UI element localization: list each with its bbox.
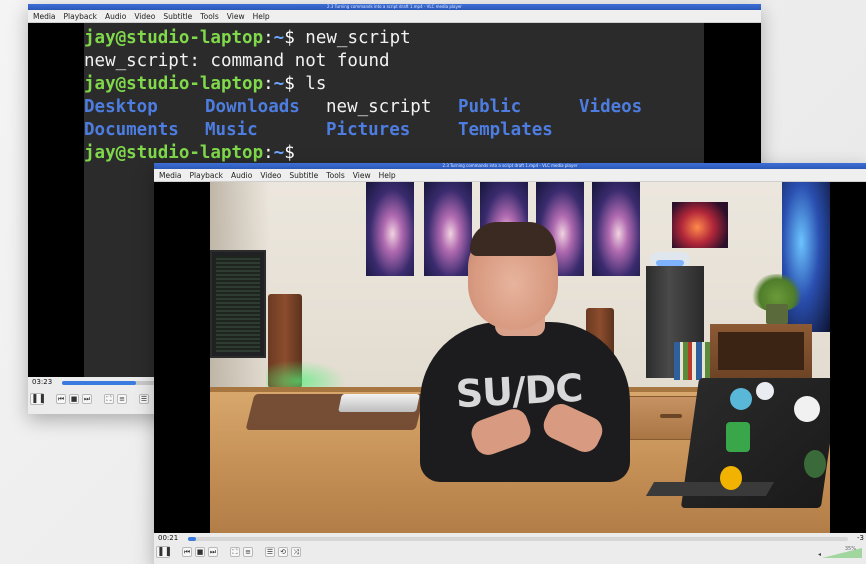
- ls-output-row: Documents Music Pictures Templates: [84, 119, 704, 142]
- extended-settings-icon[interactable]: ≡: [117, 394, 127, 404]
- menu-playback[interactable]: Playback: [190, 171, 223, 180]
- video-area[interactable]: SU/DC: [154, 182, 866, 533]
- menu-help[interactable]: Help: [379, 171, 396, 180]
- prompt-path: ~: [273, 28, 285, 48]
- fullscreen-icon[interactable]: ⛶: [230, 547, 240, 557]
- seek-bar-fill: [188, 537, 196, 541]
- pause-icon[interactable]: ❚❚: [30, 393, 46, 405]
- stop-icon[interactable]: ■: [195, 547, 205, 557]
- stop-icon[interactable]: ■: [69, 394, 79, 404]
- prompt-user-host: jay@studio-laptop: [84, 28, 264, 48]
- seek-bar[interactable]: [188, 537, 848, 541]
- laptop-sticker: [804, 450, 826, 478]
- galaxy-poster: [592, 182, 640, 276]
- prompt-path: ~: [273, 74, 285, 94]
- monitor: [210, 250, 266, 358]
- menu-playback[interactable]: Playback: [64, 12, 97, 21]
- menu-view[interactable]: View: [227, 12, 245, 21]
- prompt-separator: :: [263, 28, 274, 48]
- nebula-poster: [672, 202, 728, 248]
- galaxy-poster: [424, 182, 472, 276]
- terminal-line: jay@studio-laptop:~$ new_script: [84, 27, 704, 50]
- terminal-error-line: new_script: command not found: [84, 51, 390, 71]
- skip-forward-icon[interactable]: ⏭: [82, 394, 92, 404]
- ls-entry: Music: [205, 120, 258, 140]
- prompt-separator: :: [263, 74, 274, 94]
- keyboard: [338, 394, 420, 412]
- seek-bar[interactable]: [62, 381, 157, 385]
- elapsed-time: 03:23: [32, 378, 53, 386]
- menu-audio[interactable]: Audio: [105, 12, 126, 21]
- menu-tools[interactable]: Tools: [326, 171, 344, 180]
- ls-entry: Pictures: [326, 120, 411, 140]
- shuffle-icon[interactable]: ⤨: [291, 547, 301, 557]
- command-text: ls: [294, 74, 327, 94]
- menu-bar: Media Playback Audio Video Subtitle Tool…: [154, 169, 866, 182]
- video-frame: SU/DC: [210, 182, 830, 533]
- skip-back-icon[interactable]: ⏮: [182, 547, 192, 557]
- volume-slider[interactable]: ◂ 35%: [818, 546, 862, 558]
- menu-video[interactable]: Video: [134, 12, 155, 21]
- vlc-window-front[interactable]: 2.3 Turning commands into a script draft…: [154, 163, 866, 564]
- playlist-icon[interactable]: ☰: [265, 547, 275, 557]
- controls-bar: 00:21 -3 ❚❚ ⏮ ■ ⏭ ⛶ ≡ ☰ ⟲ ⤨ ◂ 35%: [154, 533, 866, 564]
- menu-bar: Media Playback Audio Video Subtitle Tool…: [28, 10, 761, 23]
- ls-entry: Videos: [579, 97, 643, 117]
- skip-forward-icon[interactable]: ⏭: [208, 547, 218, 557]
- prompt-symbol: $: [284, 28, 295, 48]
- pause-icon[interactable]: ❚❚: [156, 546, 172, 558]
- menu-subtitle[interactable]: Subtitle: [289, 171, 318, 180]
- control-buttons: ❚❚ ⏮ ■ ⏭ ⛶ ≡ ☰: [30, 393, 149, 405]
- ls-entry: Downloads: [205, 97, 300, 117]
- prompt-symbol: $: [284, 143, 295, 163]
- menu-help[interactable]: Help: [253, 12, 270, 21]
- menu-subtitle[interactable]: Subtitle: [163, 12, 192, 21]
- speaker-icon: ◂: [818, 551, 822, 558]
- menu-tools[interactable]: Tools: [200, 12, 218, 21]
- menu-audio[interactable]: Audio: [231, 171, 252, 180]
- fullscreen-icon[interactable]: ⛶: [104, 394, 114, 404]
- control-buttons: ❚❚ ⏮ ■ ⏭ ⛶ ≡ ☰ ⟲ ⤨: [156, 546, 301, 558]
- prompt-separator: :: [263, 143, 274, 163]
- laptop-sticker: [720, 466, 742, 490]
- playlist-icon[interactable]: ☰: [139, 394, 149, 404]
- menu-video[interactable]: Video: [260, 171, 281, 180]
- ls-entry: new_script: [326, 97, 432, 117]
- ls-entry: Public: [458, 97, 522, 117]
- skip-back-icon[interactable]: ⏮: [56, 394, 66, 404]
- ls-output-row: Desktop Downloads new_script Public Videos: [84, 96, 704, 119]
- laptop-sticker: [730, 388, 752, 410]
- elapsed-time: 00:21: [158, 534, 179, 542]
- volume-label: 35%: [844, 546, 856, 552]
- menu-media[interactable]: Media: [159, 171, 182, 180]
- ls-entry: Templates: [458, 120, 553, 140]
- terminal-line: jay@studio-laptop:~$: [84, 142, 704, 165]
- prompt-symbol: $: [284, 74, 295, 94]
- menu-view[interactable]: View: [353, 171, 371, 180]
- prompt-path: ~: [273, 143, 285, 163]
- ls-entry: Documents: [84, 120, 179, 140]
- terminal-line: jay@studio-laptop:~$ ls: [84, 73, 704, 96]
- seek-bar-fill: [62, 381, 137, 385]
- laptop-sticker: [726, 422, 750, 452]
- galaxy-poster: [366, 182, 414, 276]
- laptop-sticker: [794, 396, 820, 422]
- prompt-user-host: jay@studio-laptop: [84, 74, 264, 94]
- laptop-sticker: [756, 382, 774, 400]
- command-text: new_script: [294, 28, 411, 48]
- remaining-time: -3: [857, 534, 864, 542]
- menu-media[interactable]: Media: [33, 12, 56, 21]
- loop-icon[interactable]: ⟲: [278, 547, 288, 557]
- prompt-user-host: jay@studio-laptop: [84, 143, 264, 163]
- extended-settings-icon[interactable]: ≡: [243, 547, 253, 557]
- ls-entry: Desktop: [84, 97, 158, 117]
